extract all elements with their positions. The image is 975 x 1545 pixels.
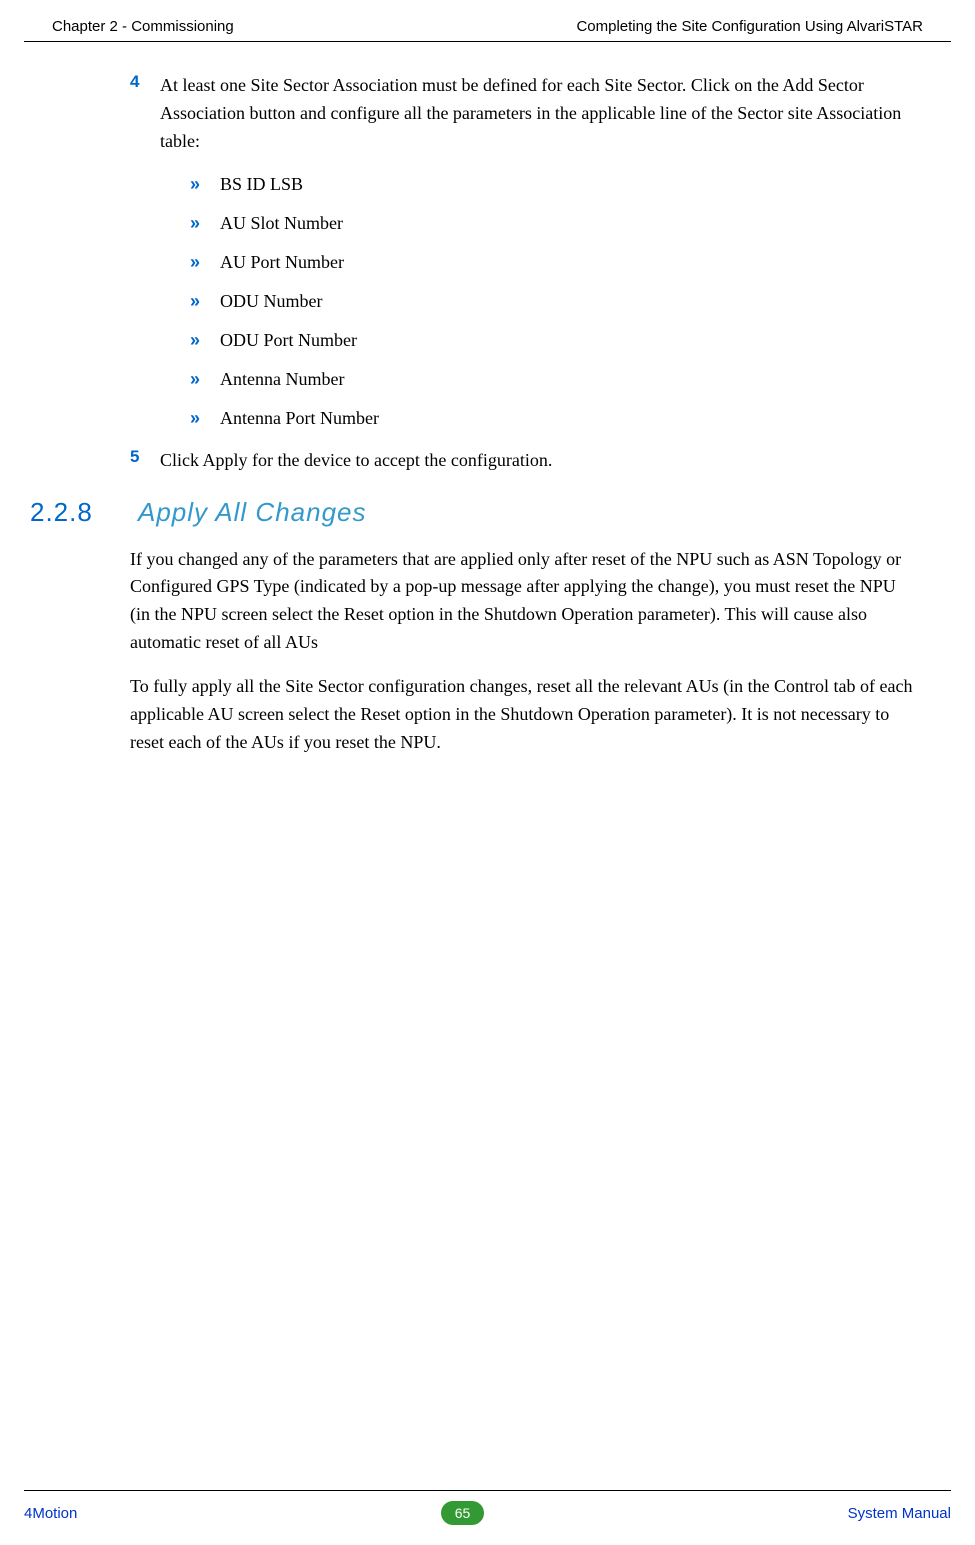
chevron-icon: » — [190, 369, 220, 390]
chevron-icon: » — [190, 330, 220, 351]
section-number: 2.2.8 — [30, 497, 138, 528]
header-chapter: Chapter 2 - Commissioning — [52, 18, 234, 35]
chevron-icon: » — [190, 174, 220, 195]
list-item: » ODU Port Number — [190, 330, 915, 351]
body-paragraph: If you changed any of the parameters tha… — [130, 546, 915, 658]
page-content: 4 At least one Site Sector Association m… — [0, 42, 975, 757]
section-title: Apply All Changes — [138, 497, 367, 528]
list-item: » Antenna Number — [190, 369, 915, 390]
list-item-label: BS ID LSB — [220, 174, 303, 195]
footer-product: 4Motion — [24, 1505, 77, 1522]
page-footer: 4Motion 65 System Manual — [24, 1490, 951, 1525]
step-text: Click Apply for the device to accept the… — [160, 447, 552, 475]
list-item-label: Antenna Port Number — [220, 408, 379, 429]
header-section: Completing the Site Configuration Using … — [576, 18, 923, 35]
list-item: » AU Slot Number — [190, 213, 915, 234]
step-text: At least one Site Sector Association mus… — [160, 72, 915, 156]
chevron-icon: » — [190, 408, 220, 429]
footer-manual: System Manual — [848, 1505, 951, 1522]
list-item-label: Antenna Number — [220, 369, 344, 390]
list-item-label: AU Slot Number — [220, 213, 343, 234]
page-header: Chapter 2 - Commissioning Completing the… — [24, 0, 951, 42]
chevron-icon: » — [190, 252, 220, 273]
list-item-label: AU Port Number — [220, 252, 344, 273]
list-item-label: ODU Number — [220, 291, 322, 312]
list-item: » AU Port Number — [190, 252, 915, 273]
section-heading: 2.2.8 Apply All Changes — [60, 497, 915, 528]
sub-parameter-list: » BS ID LSB » AU Slot Number » AU Port N… — [190, 174, 915, 429]
page-number-badge: 65 — [441, 1501, 485, 1525]
body-paragraph: To fully apply all the Site Sector confi… — [130, 673, 915, 757]
step-5: 5 Click Apply for the device to accept t… — [130, 447, 915, 475]
step-number: 5 — [130, 447, 160, 475]
list-item: » Antenna Port Number — [190, 408, 915, 429]
chevron-icon: » — [190, 291, 220, 312]
list-item: » BS ID LSB — [190, 174, 915, 195]
list-item: » ODU Number — [190, 291, 915, 312]
step-4: 4 At least one Site Sector Association m… — [130, 72, 915, 156]
list-item-label: ODU Port Number — [220, 330, 357, 351]
step-number: 4 — [130, 72, 160, 156]
chevron-icon: » — [190, 213, 220, 234]
